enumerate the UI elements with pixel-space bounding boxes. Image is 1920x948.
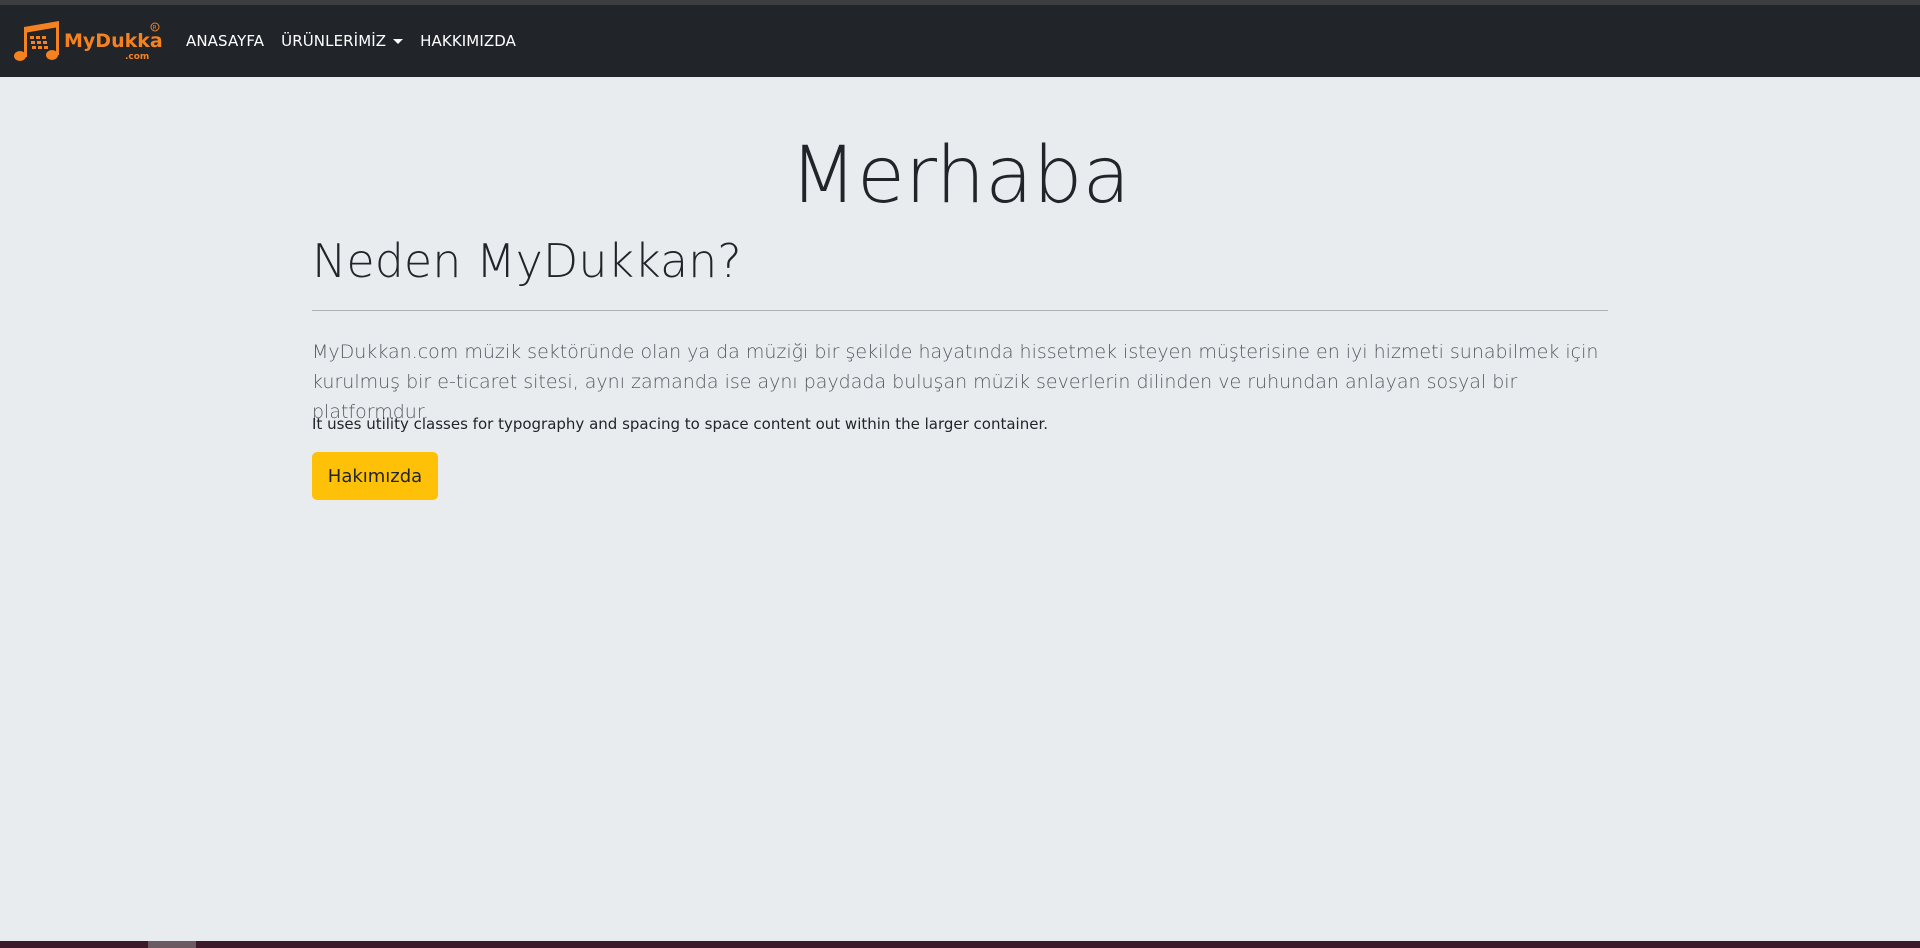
- nav-link-label: ÜRÜNLERİMİZ: [281, 32, 387, 50]
- nav-links: ANASAYFA ÜRÜNLERİMİZ HAKKIMIZDA: [186, 5, 533, 77]
- music-notes-cart-icon: MyDukkan .com R: [14, 21, 162, 62]
- caret-down-icon: [393, 39, 404, 44]
- divider: [312, 310, 1608, 311]
- about-button[interactable]: Hakımızda: [312, 452, 438, 500]
- nav-link-urunlerimiz-dropdown[interactable]: ÜRÜNLERİMİZ: [281, 32, 404, 50]
- svg-text:.com: .com: [125, 52, 149, 62]
- note-text: It uses utility classes for typography a…: [312, 415, 1048, 433]
- section-heading: Neden MyDukkan?: [312, 234, 742, 288]
- navbar: MyDukkan .com R ANASAYFA ÜRÜNLERİMİZ HAK…: [0, 5, 1920, 77]
- taskbar-edge: [0, 941, 1920, 948]
- brand-logo[interactable]: MyDukkan .com R: [12, 19, 162, 65]
- nav-link-label: ANASAYFA: [186, 32, 265, 50]
- page-title: Merhaba: [789, 131, 1131, 221]
- nav-link-label: HAKKIMIZDA: [420, 32, 516, 50]
- nav-link-hakkimizda[interactable]: HAKKIMIZDA: [420, 32, 516, 50]
- nav-link-anasayfa[interactable]: ANASAYFA: [186, 32, 264, 50]
- taskbar-tab[interactable]: [148, 941, 196, 948]
- svg-text:MyDukkan: MyDukkan: [64, 30, 162, 52]
- svg-text:R: R: [153, 25, 157, 32]
